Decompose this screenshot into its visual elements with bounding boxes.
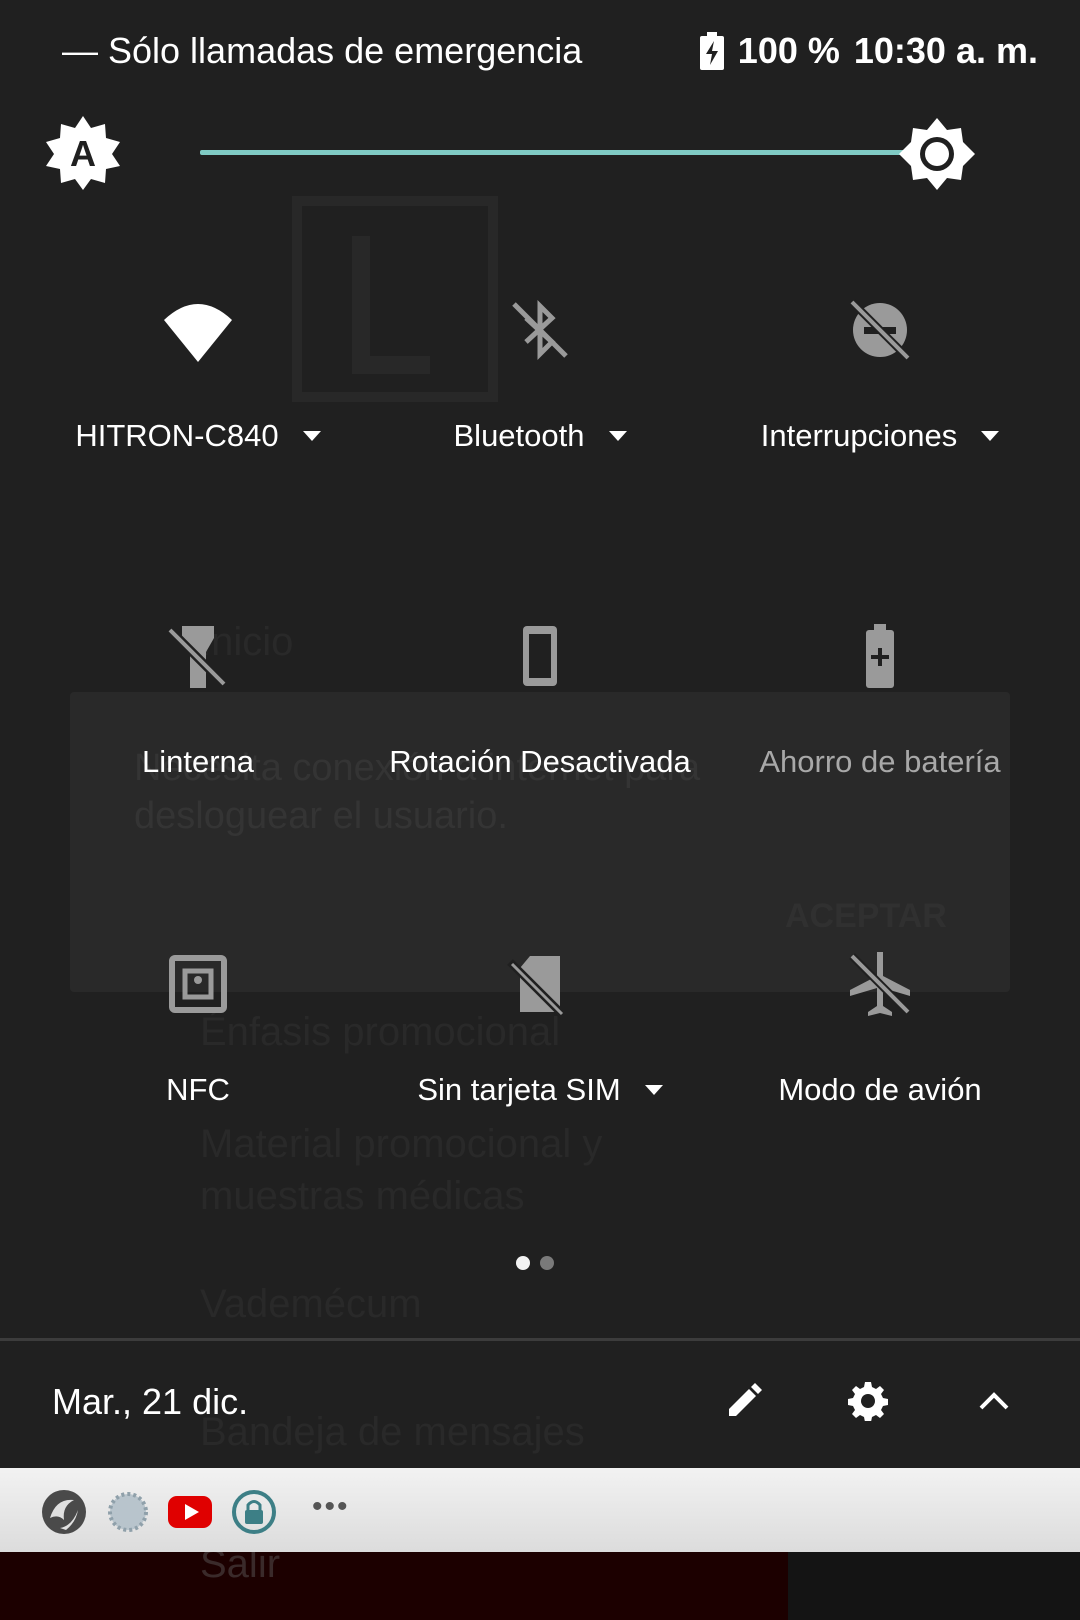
edit-button[interactable] [712,1369,776,1433]
status-bar: — Sólo llamadas de emergencia 100 % 10:3… [0,0,1080,106]
sync-icon [108,1492,148,1532]
chevron-up-icon [979,1392,1009,1410]
dropdown-caret-icon[interactable] [981,431,1000,441]
tile-label[interactable]: Interrupciones [700,418,1060,454]
tile-do-not-disturb-off[interactable]: Interrupciones [700,290,1060,480]
tile-label-text: Rotación Desactivada [389,744,691,779]
status-right: 100 % 10:30 a. m. [699,30,1038,72]
pencil-icon [729,1383,762,1416]
flashlight-off-icon[interactable] [158,616,238,696]
tile-label-text: NFC [166,1072,230,1107]
bg-dialog-accept-button: ACEPTAR [785,897,947,935]
bg-exit-bar [0,1552,788,1620]
notification-icon-strip: ••• [0,1468,1080,1552]
rotation-lock-icon[interactable] [500,616,580,696]
tile-label: Ahorro de batería [700,744,1060,780]
brightness-thumb-icon[interactable] [897,114,977,194]
settings-button[interactable] [836,1369,900,1433]
auto-brightness-icon[interactable]: A [44,114,122,192]
battery-percent: 100 % [737,30,840,71]
dropdown-caret-icon[interactable] [608,431,627,441]
page-indicator [516,1256,554,1270]
tile-battery-saver[interactable]: Ahorro de batería [700,616,1060,806]
tile-label: Rotación Desactivada [360,744,720,780]
tile-label-text: Interrupciones [760,418,958,453]
dropdown-caret-icon[interactable] [302,431,321,441]
app-logo-icon [42,1490,86,1534]
shade-footer: Mar., 21 dic. [0,1341,1080,1467]
tile-label-text: Bluetooth [453,418,585,453]
no-sim-icon[interactable] [500,944,580,1024]
tile-label[interactable]: Bluetooth [360,418,720,454]
tile-label-text: Sin tarjeta SIM [417,1072,621,1107]
tile-label-text: Ahorro de batería [759,744,1001,779]
battery-saver-icon[interactable] [840,616,920,696]
lock-icon [232,1490,276,1534]
collapse-button[interactable] [962,1369,1026,1433]
carrier-status: — Sólo llamadas de emergencia [62,30,583,71]
youtube-icon [168,1496,212,1528]
brightness-track [200,150,937,155]
bg-exit-right [788,1552,1080,1620]
tile-label[interactable]: Sin tarjeta SIM [360,1072,720,1108]
tile-wifi[interactable]: HITRON-C840 [18,290,378,480]
tile-no-sim[interactable]: Sin tarjeta SIM [360,944,720,1134]
bluetooth-off-icon[interactable] [500,290,580,370]
tile-label[interactable]: HITRON-C840 [18,418,378,454]
date-label: Mar., 21 dic. [52,1381,249,1422]
tile-label-text: Linterna [141,744,255,779]
tile-label-text: HITRON-C840 [75,418,279,453]
more-icon: ••• [312,1490,350,1523]
tile-bluetooth-off[interactable]: Bluetooth [360,290,720,480]
dropdown-caret-icon[interactable] [644,1085,663,1095]
tile-label: Modo de avión [700,1072,1060,1108]
svg-text:A: A [70,133,96,174]
page-dot-2 [540,1256,554,1270]
tile-label-text: Modo de avión [778,1072,982,1107]
battery-charging-icon [699,32,724,70]
nfc-icon[interactable] [158,944,238,1024]
airplane-mode-off-icon[interactable] [840,944,920,1024]
tile-airplane-mode-off[interactable]: Modo de avión [700,944,1060,1134]
tile-label: Linterna [18,744,378,780]
gear-icon [848,1382,888,1421]
do-not-disturb-off-icon[interactable] [840,290,920,370]
page-dot-1 [516,1256,530,1270]
bg-menu-vademecum: Vademécum [200,1282,422,1326]
tile-label: NFC [18,1072,378,1108]
brightness-slider[interactable] [200,118,984,190]
tile-nfc[interactable]: NFC [18,944,378,1134]
wifi-icon[interactable] [158,290,238,370]
tile-flashlight-off[interactable]: Linterna [18,616,378,806]
clock: 10:30 a. m. [853,30,1038,71]
tile-rotation-lock[interactable]: Rotación Desactivada [360,616,720,806]
